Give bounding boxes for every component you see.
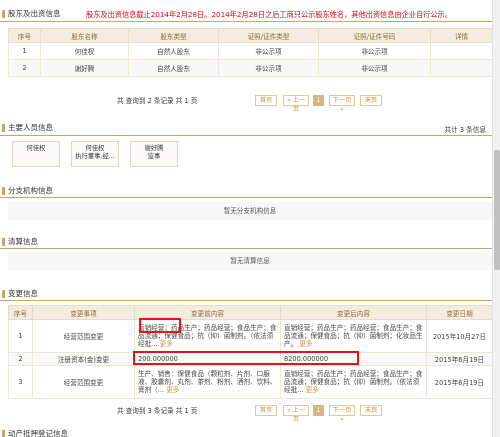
column-header: 变更日期	[426, 305, 493, 320]
details-cell[interactable]	[430, 59, 493, 77]
shareholders-section-title: 股东及出资信息	[0, 8, 61, 20]
person-card[interactable]: 何佳权	[12, 141, 60, 167]
more-link[interactable]: 更多	[160, 340, 173, 348]
table-cell: 非公示项	[218, 42, 319, 60]
table-cell: 经营范围变更	[32, 319, 135, 353]
last-page-button[interactable]: 末页	[360, 405, 382, 416]
current-page-button[interactable]: 1	[313, 95, 324, 106]
table-cell: 非公示项	[318, 42, 431, 60]
last-page-button[interactable]: 末页	[360, 95, 382, 106]
before-content: 生产、销售：保健食品（颗粒剂、片剂、口服液、胶囊剂、丸剂、茶剂、粉剂、酒剂、饮料…	[138, 370, 277, 394]
person-name: 谢好腾	[144, 145, 164, 152]
next-page-button[interactable]: 下一页 »	[329, 405, 355, 423]
table-header-row: 序号 股东名称 股东类型 证照/证件类型 证照/证件号码 详情	[8, 28, 493, 43]
table-cell: 2	[8, 352, 33, 366]
table-row: 2 谢好腾 自然人股东 非公示项 非公示项	[8, 59, 493, 77]
prev-page-button[interactable]: « 上一页	[283, 95, 309, 113]
column-header: 证照/证件类型	[218, 28, 319, 43]
column-header: 变更事项	[32, 305, 135, 320]
table-cell: 谢好腾	[40, 59, 129, 77]
table-cell: 2	[8, 59, 41, 77]
column-header: 股东类型	[128, 28, 219, 43]
highlight-box-capital-change	[133, 351, 359, 365]
section-divider	[0, 248, 492, 249]
more-link[interactable]: 更多	[166, 386, 179, 394]
branches-empty-message: 暂无分支机构信息	[8, 202, 492, 220]
table-cell: 经营范围变更	[32, 365, 135, 399]
section-divider	[0, 300, 492, 301]
column-header: 变更后内容	[280, 305, 427, 320]
section-divider	[0, 197, 492, 198]
highlight-box-before-scope	[139, 318, 181, 333]
shareholders-table: 序号 股东名称 股东类型 证照/证件类型 证照/证件号码 详情 1 何佳权 自然…	[8, 28, 493, 77]
after-content-cell: 直销经营；药品生产；药品经营；食品生产；食品流通；保健食品；抗（抑）菌制剂。（依…	[280, 365, 427, 399]
table-cell: 1	[8, 42, 41, 60]
after-content-cell: 直销经营；药品生产；药品经营；食品生产；食品流通；保健食品；抗（抑）菌制剂；化妆…	[280, 319, 427, 353]
personnel-section-title: 主要人员信息	[0, 122, 53, 134]
branches-section-title: 分支机构信息	[0, 185, 53, 197]
table-cell: 3	[8, 365, 33, 399]
before-content-cell: 生产、销售：保健食品（颗粒剂、片剂、口服液、胶囊剂、丸剂、茶剂、粉剂、酒剂、饮料…	[134, 365, 281, 399]
pager-summary: 共 查询到 2 条记录 共 1 页	[117, 97, 198, 105]
first-page-button[interactable]: 首页	[255, 405, 277, 416]
person-role: 执行董事,经...	[75, 153, 115, 160]
table-cell: 何佳权	[40, 42, 129, 60]
column-header: 详情	[430, 28, 493, 43]
current-page-button[interactable]: 1	[313, 405, 324, 416]
table-cell: 1	[8, 319, 33, 353]
chattel-mortgage-section-title: 动产抵押登记信息	[0, 428, 68, 437]
more-link[interactable]: 更多	[299, 340, 312, 348]
section-divider	[0, 135, 492, 136]
person-role: 监事	[147, 153, 161, 160]
table-header-row: 序号 变更事项 变更前内容 变更后内容 变更日期	[8, 305, 493, 320]
liquidation-section-title: 清算信息	[0, 236, 38, 248]
table-cell: 2015年6月19日	[426, 352, 493, 366]
pager-summary: 共 查询到 3 条记录 共 1 页	[117, 407, 198, 415]
person-card[interactable]: 谢好腾 监事	[130, 141, 178, 167]
person-name: 何佳权	[26, 145, 46, 152]
person-name: 何佳权	[85, 145, 105, 152]
table-cell: 自然人股东	[128, 59, 219, 77]
first-page-button[interactable]: 首页	[255, 95, 277, 106]
prev-page-button[interactable]: « 上一页	[283, 405, 309, 423]
table-row: 1 经营范围变更 直销经营；药品生产；药品经营；食品生产；食品流通；保健食品；抗…	[8, 319, 493, 353]
personnel-count: 共计 3 条信息	[444, 126, 486, 134]
changes-section-title: 变更信息	[0, 288, 38, 300]
details-cell[interactable]	[430, 42, 493, 60]
shareholders-notice: 股东及出资信息截止2014年2月28日。2014年2月28日之后工商只公示股东姓…	[86, 10, 452, 19]
next-page-button[interactable]: 下一页 »	[329, 95, 355, 113]
person-card[interactable]: 何佳权 执行董事,经...	[71, 141, 119, 167]
table-cell: 非公示项	[218, 59, 319, 77]
table-cell: 注册资本(金)变更	[32, 352, 135, 366]
table-cell: 2015年10月27日	[426, 319, 493, 353]
table-row: 3 经营范围变更 生产、销售：保健食品（颗粒剂、片剂、口服液、胶囊剂、丸剂、茶剂…	[8, 365, 493, 399]
column-header: 序号	[8, 28, 41, 43]
table-cell: 非公示项	[318, 59, 431, 77]
column-header: 股东名称	[40, 28, 129, 43]
liquidation-empty-message: 暂无清算信息	[8, 252, 492, 270]
scrollbar-thumb[interactable]	[494, 150, 500, 270]
table-cell: 自然人股东	[128, 42, 219, 60]
column-header: 证照/证件号码	[318, 28, 431, 43]
vertical-scrollbar[interactable]	[492, 0, 500, 437]
more-link[interactable]: 更多	[306, 386, 319, 394]
column-header: 序号	[8, 305, 33, 320]
section-divider	[0, 21, 492, 22]
table-cell: 2015年6月19日	[426, 365, 493, 399]
table-row: 1 何佳权 自然人股东 非公示项 非公示项	[8, 42, 493, 60]
